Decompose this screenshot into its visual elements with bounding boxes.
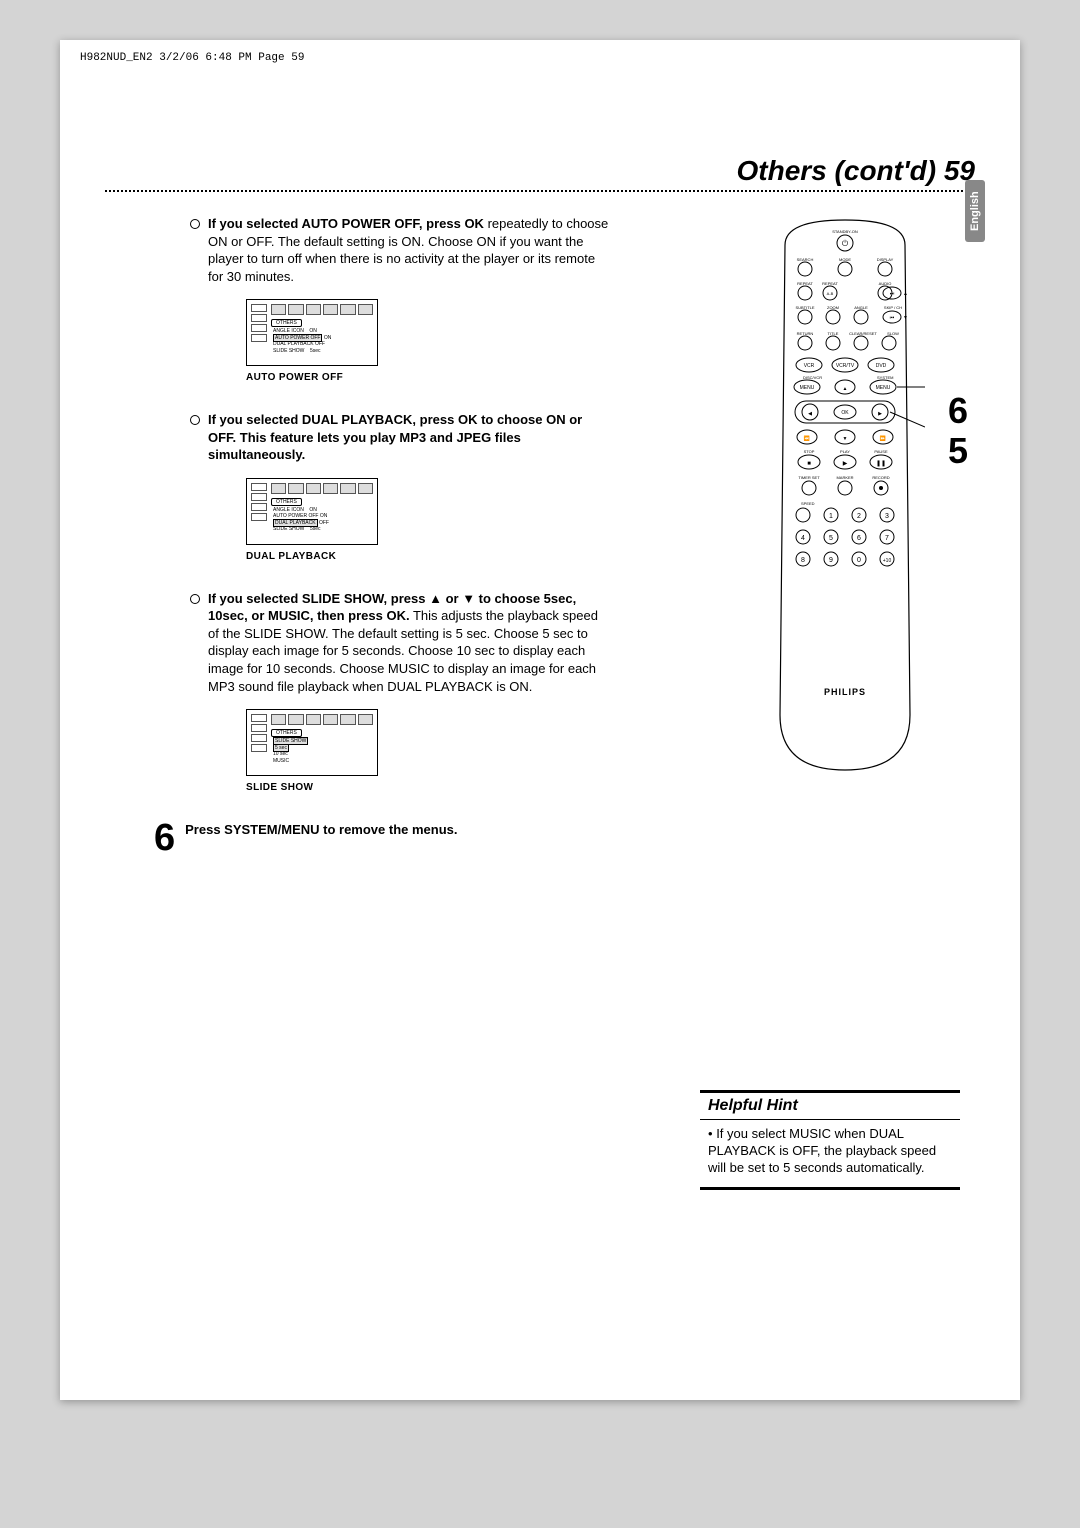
svg-text:⏻: ⏻ [842,239,849,248]
step6-text: Press SYSTEM/MENU to remove the menus. [185,822,457,837]
section-dual-playback: If you selected DUAL PLAYBACK, press OK … [190,411,610,464]
svg-text:OK: OK [841,410,849,416]
svg-text:DVD: DVD [876,363,887,369]
remote-control: STANDBY-ON ⏻ SEARCH MODE DISPLAY REPEAT … [765,215,925,775]
svg-text:DISPLAY: DISPLAY [877,257,894,262]
svg-text:0: 0 [857,557,861,564]
svg-text:6: 6 [857,535,861,542]
figure-dual-playback: OTHERS ANGLE ICON ON AUTO POWER OFF ON D… [246,478,378,545]
svg-text:PLAY: PLAY [840,449,850,454]
svg-text:◀: ◀ [808,411,812,417]
caption-dual-playback: DUAL PLAYBACK [246,551,610,562]
bullet-icon [190,415,200,425]
svg-text:▶: ▶ [843,461,848,467]
svg-text:SUBTITLE: SUBTITLE [795,305,814,310]
svg-text:❚❚: ❚❚ [876,460,886,467]
sec3-bold1: If you selected SLIDE SHOW, press [208,591,429,606]
svg-text:MENU: MENU [800,385,815,391]
svg-text:CLEAR/RESET: CLEAR/RESET [849,331,877,336]
svg-text:SLOW: SLOW [887,331,899,336]
caption-auto-power-off: AUTO POWER OFF [246,372,610,383]
figure-auto-power-off: OTHERS ANGLE ICON ON AUTO POWER OFF ON D… [246,299,378,366]
down-icon: ▼ [462,591,475,606]
svg-text:▲: ▲ [903,291,908,297]
svg-text:■: ■ [807,461,811,467]
svg-text:ZOOM: ZOOM [827,305,839,310]
svg-text:⏪: ⏪ [804,435,810,442]
svg-text:REPEAT: REPEAT [797,281,813,286]
svg-text:4: 4 [801,535,805,542]
svg-text:A-B: A-B [827,291,834,296]
svg-text:ANGLE: ANGLE [854,305,868,310]
svg-text:RETURN: RETURN [797,331,814,336]
hint-bullet-icon: • [708,1126,713,1141]
svg-text:SEARCH: SEARCH [797,257,814,262]
svg-text:TIMER SET: TIMER SET [798,475,820,480]
bullet-icon [190,594,200,604]
svg-text:MENU: MENU [876,385,891,391]
callout-5: 5 [948,430,968,472]
sec1-bold: If you selected AUTO POWER OFF, press OK [208,216,484,231]
svg-text:VCR/TV: VCR/TV [836,363,855,369]
caption-slide-show: SLIDE SHOW [246,782,610,793]
step-number-6: 6 [154,821,175,855]
svg-text:REPEAT: REPEAT [822,281,838,286]
page-title: Others (cont'd) 59 [737,155,975,187]
language-tab: English [965,180,985,242]
title-divider [105,190,975,194]
svg-text:PHILIPS: PHILIPS [824,687,866,697]
svg-text:⏭: ⏭ [890,291,895,297]
section-auto-power-off: If you selected AUTO POWER OFF, press OK… [190,215,610,285]
figure-slide-show: OTHERS SLIDE SHOW 5 sec 10 sec MUSIC [246,709,378,776]
svg-text:SPEED: SPEED [801,501,815,506]
sec2-bold: If you selected DUAL PLAYBACK, press OK … [208,412,582,462]
svg-text:MARKER: MARKER [836,475,853,480]
svg-text:1: 1 [829,513,833,520]
svg-text:TITLE: TITLE [828,331,839,336]
svg-text:VCR: VCR [804,363,815,369]
step-6: 6 Press SYSTEM/MENU to remove the menus. [190,821,610,855]
content-column: If you selected AUTO POWER OFF, press OK… [190,215,610,855]
up-icon: ▲ [429,591,442,606]
svg-text:8: 8 [801,557,805,564]
svg-text:7: 7 [885,535,889,542]
svg-text:DISC/VCR: DISC/VCR [803,375,822,380]
section-slide-show: If you selected SLIDE SHOW, press ▲ or ▼… [190,590,610,695]
svg-text:9: 9 [829,557,833,564]
svg-text:▶: ▶ [878,411,882,417]
svg-text:RECORD: RECORD [872,475,889,480]
svg-text:▲: ▲ [843,386,848,392]
svg-text:⏮: ⏮ [890,315,895,321]
manual-page: H982NUD_EN2 3/2/06 6:48 PM Page 59 Other… [60,40,1020,1400]
svg-text:▼: ▼ [903,315,908,321]
hint-title: Helpful Hint [700,1093,960,1120]
helpful-hint-box: Helpful Hint • If you select MUSIC when … [700,1090,960,1190]
svg-text:PAUSE: PAUSE [874,449,888,454]
svg-text:MODE: MODE [839,257,851,262]
callout-6: 6 [948,390,968,432]
svg-text:STOP: STOP [804,449,815,454]
svg-text:2: 2 [857,513,861,520]
print-header: H982NUD_EN2 3/2/06 6:48 PM Page 59 [80,52,304,64]
svg-text:⏩: ⏩ [880,435,886,442]
svg-text:SYSTEM: SYSTEM [877,375,893,380]
svg-text:5: 5 [829,535,833,542]
svg-text:SKIP / CH: SKIP / CH [884,305,902,310]
bullet-icon [190,219,200,229]
svg-text:AUDIO: AUDIO [879,281,892,286]
hint-text: If you select MUSIC when DUAL PLAYBACK i… [708,1126,936,1175]
svg-text:▼: ▼ [843,436,848,442]
svg-text:+10: +10 [883,558,892,564]
svg-text:3: 3 [885,513,889,520]
svg-text:STANDBY-ON: STANDBY-ON [832,229,858,234]
